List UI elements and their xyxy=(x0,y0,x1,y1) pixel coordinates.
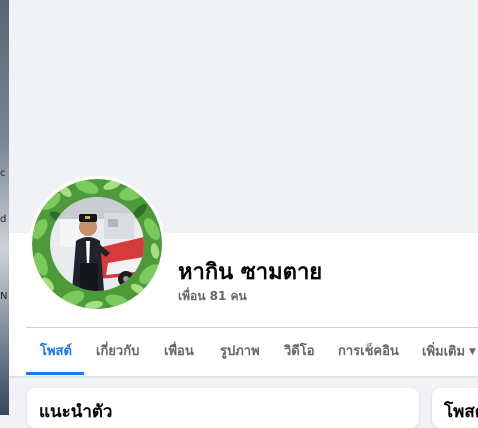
friend-count[interactable]: เพื่อน 81 คน xyxy=(178,287,247,306)
active-tab-indicator xyxy=(26,372,84,375)
intro-card: แนะนำตัว xyxy=(27,388,419,428)
profile-avatar[interactable] xyxy=(32,179,162,309)
tab-videos[interactable]: วิดีโอ xyxy=(284,328,315,376)
profile-tab-bar: โพสต์ เกี่ยวกับ เพื่อน รูปภาพ วิดีโอ การ… xyxy=(26,328,478,376)
intro-card-title: แนะนำตัว xyxy=(39,402,113,422)
background-text-fragment: d xyxy=(0,214,7,225)
background-window-edge: c d N xyxy=(0,0,9,415)
tab-photos[interactable]: รูปภาพ xyxy=(220,328,260,376)
tab-more-label: เพิ่มเติม xyxy=(422,344,466,360)
posts-card-title: โพสต์ xyxy=(444,402,478,422)
posts-card: โพสต์ xyxy=(432,388,478,428)
chevron-down-icon: ▼ xyxy=(469,347,476,357)
tab-about[interactable]: เกี่ยวกับ xyxy=(96,328,139,376)
tab-friends[interactable]: เพื่อน xyxy=(164,328,194,376)
background-text-fragment: c xyxy=(0,168,6,179)
profile-name: หากิน ซามตาย xyxy=(178,260,323,285)
tab-checkins[interactable]: การเช็คอิน xyxy=(338,328,399,376)
tab-posts[interactable]: โพสต์ xyxy=(40,328,72,376)
avatar-photo xyxy=(32,179,162,309)
tab-more[interactable]: เพิ่มเติม ▼ xyxy=(422,328,476,376)
background-text-fragment: N xyxy=(0,291,8,302)
